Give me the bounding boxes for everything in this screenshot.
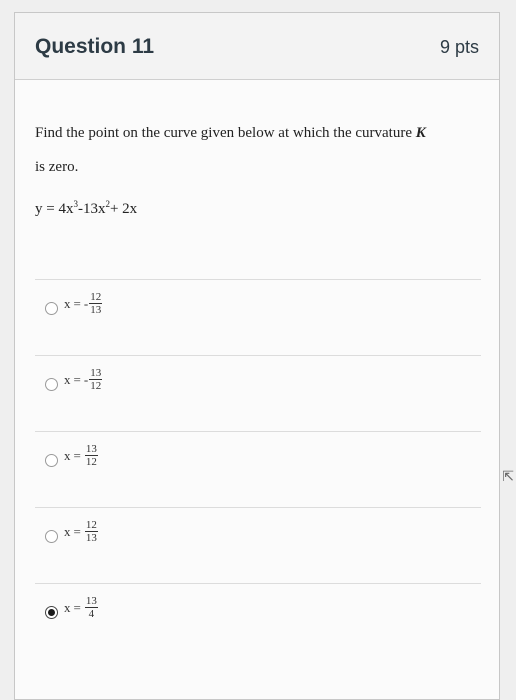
answer-label: x = 13 12 [64,443,98,468]
radio-button[interactable] [45,530,58,543]
radio-button-selected[interactable] [45,606,58,619]
question-title: Question 11 [35,35,155,58]
prompt-end: is zero. [35,159,79,175]
answer-label: x = 12 13 [64,519,98,544]
curvature-variable: K [415,125,426,141]
answer-label: x = 13 4 [64,595,98,620]
fraction: 13 4 [84,595,98,620]
cursor-icon: ⇱ [502,468,514,484]
answer-option[interactable]: x = - 12 13 [35,279,481,355]
answer-option[interactable]: x = 13 12 [35,431,481,507]
radio-button[interactable] [45,378,58,391]
question-card: Question 11 9 pts Find the point on the … [14,12,500,700]
fraction: 12 13 [89,291,103,316]
question-prompt: Find the point on the curve given below … [35,116,475,184]
answer-list: x = - 12 13 x = - 13 12 x = 13 12 x = 12 13 [35,279,481,659]
fraction: 13 12 [89,367,103,392]
answer-option[interactable]: x = - 13 12 [35,355,481,431]
answer-label: x = - 13 12 [64,367,103,392]
question-header: Question 11 9 pts [15,13,499,80]
answer-label: x = - 12 13 [64,291,103,316]
prompt-text: Find the point on the curve given below … [35,125,416,141]
question-points: 9 pts [439,37,479,57]
radio-button[interactable] [45,302,58,315]
fraction: 12 13 [84,519,98,544]
fraction: 13 12 [84,443,98,468]
answer-option[interactable]: x = 12 13 [35,507,481,583]
curve-equation: y = 4x3-13x2+ 2x [35,199,138,217]
answer-option-selected[interactable]: x = 13 4 [35,583,481,659]
radio-button[interactable] [45,454,58,467]
